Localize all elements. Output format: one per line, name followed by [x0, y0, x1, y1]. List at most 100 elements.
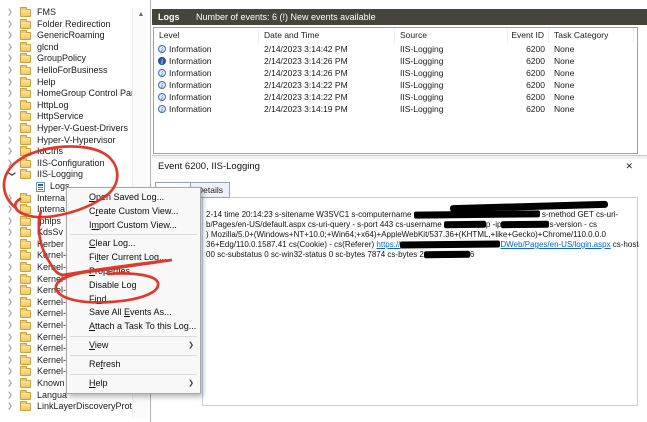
chevron-collapsed-icon[interactable]: ❯	[7, 193, 15, 205]
chevron-collapsed-icon[interactable]: ❯	[7, 297, 15, 309]
table-row[interactable]: i Information 2/14/2023 3:14:26 PM IIS-Logg…	[154, 67, 637, 79]
chevron-collapsed-icon[interactable]: ❯	[7, 308, 15, 320]
event-id-cell: 6200	[526, 68, 545, 78]
pane-divider[interactable]	[152, 155, 647, 159]
column-header-source[interactable]: Source	[395, 28, 508, 43]
chevron-collapsed-icon[interactable]: ❯	[7, 332, 15, 344]
tree-item-label: HelloForBusiness	[37, 64, 108, 75]
table-row[interactable]: i Information 2/14/2023 3:14:26 PM IIS-Logg…	[154, 55, 637, 67]
menu-item-help[interactable]: Help ❯	[67, 377, 200, 391]
chevron-collapsed-icon[interactable]: ❯	[7, 378, 15, 390]
chevron-collapsed-icon[interactable]: ❯	[7, 366, 15, 378]
tree-item-iis-logging[interactable]: ❯ IIS-Logging	[0, 169, 150, 181]
chevron-collapsed-icon[interactable]: ❯	[7, 42, 15, 54]
menu-separator	[70, 335, 197, 337]
chevron-collapsed-icon[interactable]: ❯	[7, 274, 15, 286]
folder-icon	[20, 41, 31, 52]
chevron-expanded-icon[interactable]: ❯	[5, 171, 17, 179]
tree-item-hyper-v-guest-drivers[interactable]: ❯ Hyper-V-Guest-Drivers	[0, 122, 150, 135]
menu-item-view[interactable]: View ❯	[67, 339, 200, 353]
referer-link[interactable]: DWeb/Pages/en-US/login.aspx	[500, 240, 610, 249]
level-cell: i Information	[154, 67, 259, 79]
tree-item-helloforbusiness[interactable]: ❯ HelloForBusiness	[0, 64, 150, 77]
tree-item-httpservice[interactable]: ❯ HttpService	[0, 111, 150, 123]
chevron-collapsed-icon[interactable]: ❯	[7, 250, 15, 262]
information-icon: i	[158, 81, 166, 90]
tree-item-httplog[interactable]: ❯ HttpLog	[0, 99, 150, 112]
tree-item-label: Kernel-	[37, 250, 67, 261]
table-row[interactable]: i Information 2/14/2023 3:14:22 PM IIS-Logg…	[154, 79, 637, 91]
tree-item-fms[interactable]: ❯ FMS	[0, 7, 150, 19]
menu-item-attach-a-task-to-this-log[interactable]: Attach a Task To this Log...	[67, 320, 200, 334]
date-cell: 2/14/2023 3:14:26 PM	[264, 56, 348, 66]
menu-item-save-all-events-as[interactable]: Save All Events As...	[67, 306, 200, 320]
menu-item-import-custom-view[interactable]: Import Custom View...	[67, 219, 200, 233]
menu-item-refresh[interactable]: Refresh	[67, 358, 200, 372]
tree-item-folder-redirection[interactable]: ❯ Folder Redirection	[0, 18, 150, 31]
tree-item-label: Kernel-	[37, 366, 67, 377]
folder-icon	[20, 122, 31, 133]
event-id-cell: 6200	[526, 44, 545, 54]
chevron-collapsed-icon[interactable]: ❯	[7, 53, 15, 65]
chevron-collapsed-icon[interactable]: ❯	[7, 65, 15, 77]
chevron-collapsed-icon[interactable]: ❯	[7, 216, 15, 228]
column-header-event-id[interactable]: Event ID	[508, 28, 549, 43]
tree-item-label: Hyper-V-Hypervisor	[37, 134, 116, 145]
task-category-cell: None	[554, 104, 575, 114]
referer-link[interactable]: https://	[376, 240, 400, 249]
menu-item-clear-log[interactable]: Clear Log...	[67, 237, 200, 251]
chevron-collapsed-icon[interactable]: ❯	[7, 262, 15, 274]
table-row[interactable]: i Information 2/14/2023 3:14:22 PM IIS-Logg…	[154, 91, 637, 103]
chevron-collapsed-icon[interactable]: ❯	[7, 355, 15, 367]
menu-item-disable-log[interactable]: Disable Log	[67, 279, 200, 293]
column-header-date-and-time[interactable]: Date and Time	[259, 28, 395, 43]
chevron-collapsed-icon[interactable]: ❯	[7, 227, 15, 239]
tree-item-homegroup-control-panel[interactable]: ❯ HomeGroup Control Panel	[0, 88, 150, 100]
tree-item-idctrls[interactable]: ❯ IdCtrls	[0, 146, 150, 158]
chevron-collapsed-icon[interactable]: ❯	[7, 204, 15, 216]
chevron-collapsed-icon[interactable]: ❯	[7, 146, 15, 158]
chevron-collapsed-icon[interactable]: ❯	[7, 343, 15, 355]
chevron-collapsed-icon[interactable]: ❯	[7, 123, 15, 135]
chevron-collapsed-icon[interactable]: ❯	[7, 111, 15, 123]
chevron-collapsed-icon[interactable]: ❯	[7, 239, 15, 251]
chevron-collapsed-icon[interactable]: ❯	[7, 390, 15, 402]
menu-item-create-custom-view[interactable]: Create Custom View...	[67, 205, 200, 219]
chevron-collapsed-icon[interactable]: ❯	[7, 401, 15, 413]
tree-item-genericroaming[interactable]: ❯ GenericRoaming	[0, 30, 150, 42]
chevron-collapsed-icon[interactable]: ❯	[7, 7, 15, 19]
chevron-collapsed-icon[interactable]: ❯	[7, 285, 15, 297]
chevron-collapsed-icon[interactable]: ❯	[7, 135, 15, 147]
tree-item-linklayerdiscoveryprotocol[interactable]: ❯ LinkLayerDiscoveryProtocol	[0, 401, 150, 413]
folder-icon	[20, 354, 31, 365]
tree-item-iis-configuration[interactable]: ❯ IIS-Configuration	[0, 157, 150, 170]
table-row[interactable]: i Information 2/14/2023 3:14:42 PM IIS-Logg…	[154, 43, 637, 55]
chevron-collapsed-icon[interactable]: ❯	[7, 30, 15, 42]
date-cell: 2/14/2023 3:14:22 PM	[264, 92, 348, 102]
menu-item-filter-current-log[interactable]: Filter Current Log...	[67, 251, 200, 265]
event-id-cell: 6200	[526, 80, 545, 90]
level-label: Information	[169, 80, 212, 90]
folder-icon	[20, 366, 31, 377]
scrollbar-up-icon[interactable]: ▲	[133, 10, 149, 20]
chevron-collapsed-icon[interactable]: ❯	[7, 88, 15, 100]
chevron-collapsed-icon[interactable]: ❯	[7, 100, 15, 112]
column-header-task-category[interactable]: Task Category	[549, 28, 634, 43]
folder-icon	[20, 378, 31, 388]
table-row[interactable]: i Information 2/14/2023 3:14:19 PM IIS-Logg…	[154, 103, 637, 115]
chevron-collapsed-icon[interactable]: ❯	[7, 320, 15, 332]
menu-item-find[interactable]: Find...	[67, 293, 200, 307]
tree-item-help[interactable]: ❯ Help	[0, 76, 150, 89]
chevron-collapsed-icon[interactable]: ❯	[7, 158, 15, 170]
chevron-collapsed-icon[interactable]: ❯	[7, 77, 15, 89]
folder-icon	[20, 76, 31, 87]
tree-item-hyper-v-hypervisor[interactable]: ❯ Hyper-V-Hypervisor	[0, 134, 150, 147]
tree-item-grouppolicy[interactable]: ❯ GroupPolicy	[0, 53, 150, 65]
tree-item-glcnd[interactable]: ❯ glcnd	[0, 41, 150, 54]
column-header-level[interactable]: Level	[154, 28, 259, 43]
menu-item-open-saved-log[interactable]: Open Saved Log...	[67, 191, 200, 205]
chevron-collapsed-icon[interactable]: ❯	[7, 19, 15, 31]
menu-item-properties[interactable]: Properties	[67, 265, 200, 279]
folder-icon	[20, 111, 31, 122]
close-icon[interactable]: ✕	[625, 161, 633, 172]
